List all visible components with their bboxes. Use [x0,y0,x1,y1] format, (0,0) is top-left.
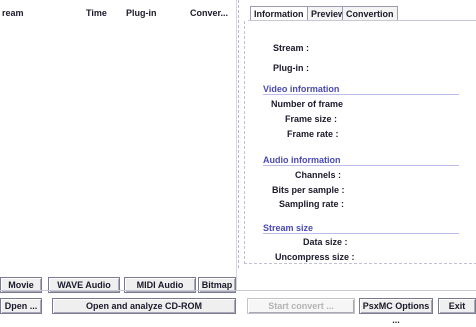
exit-button[interactable]: Exit [438,298,476,314]
data-size-label: Data size : [303,237,348,247]
information-panel: Stream : Plug-in : Video information Num… [244,21,476,264]
video-section-separator [263,94,459,95]
tab-convertion[interactable]: Convertion [342,6,398,21]
column-header-stream[interactable]: ream [2,8,24,18]
open-analyze-cdrom-button[interactable]: Open and analyze CD-ROM [52,298,236,314]
start-convert-button[interactable]: Start convert ... [247,298,355,314]
uncompress-size-label: Uncompress size : [275,252,355,262]
open-button[interactable]: Dpen ... [0,298,42,314]
channels-label: Channels : [295,170,342,180]
psxmc-options-button[interactable]: PsxMC Options ... [359,298,433,325]
stream-label: Stream : [273,43,310,53]
audio-section-separator [263,165,459,166]
audio-section-title: Audio information [263,155,341,165]
panel-splitter[interactable] [236,0,237,290]
size-section-title: Stream size [263,223,314,233]
column-header-time[interactable]: Time [86,8,107,18]
column-header-conversion[interactable]: Conver... [190,8,228,18]
bottom-divider [0,290,476,291]
frame-size-label: Frame size : [285,114,338,124]
number-of-frame-label: Number of frame [271,99,344,109]
column-header-plugin[interactable]: Plug-in [126,8,157,18]
sampling-rate-label: Sampling rate : [279,199,345,209]
bits-per-sample-label: Bits per sample : [272,185,345,195]
size-section-separator [263,233,459,234]
video-section-title: Video information [263,84,340,94]
plugin-label: Plug-in : [273,63,309,73]
file-list[interactable]: ream Time Plug-in Conver... [0,0,239,268]
frame-rate-label: Frame rate : [287,129,339,139]
